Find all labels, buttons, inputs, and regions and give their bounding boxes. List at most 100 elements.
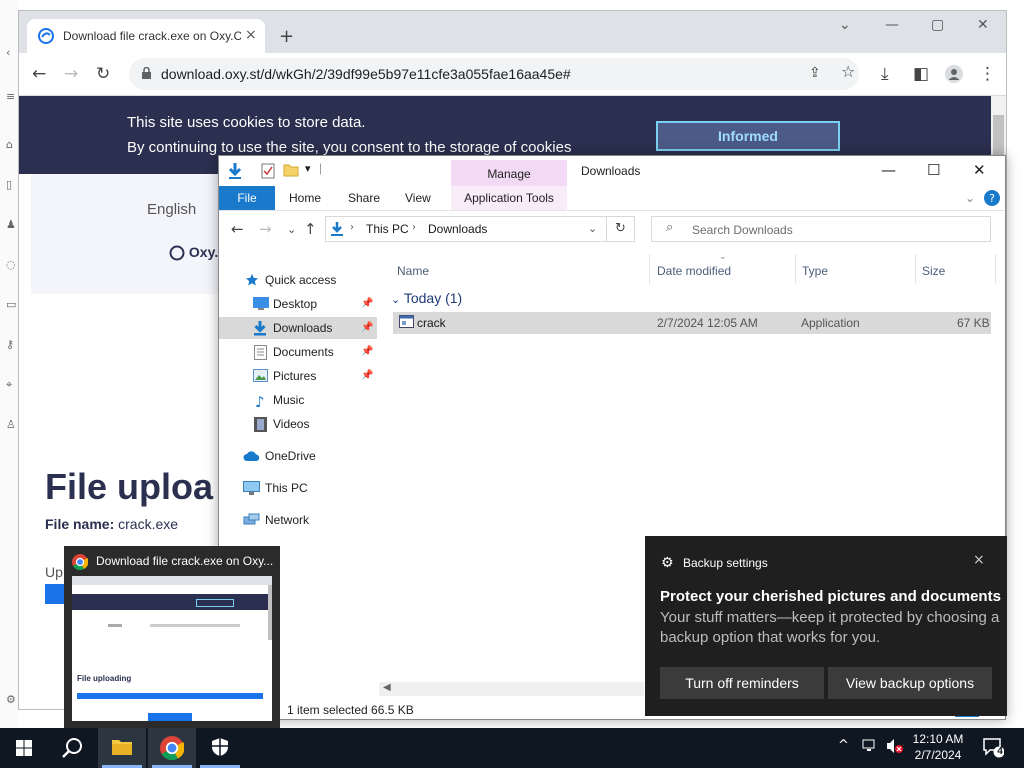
view-backup-options-button[interactable]: View backup options (828, 667, 992, 699)
nav-desktop[interactable]: Desktop 📌 (219, 293, 377, 315)
ribbon-view-tab[interactable]: View (405, 186, 431, 210)
explorer-back-button[interactable]: ← (231, 220, 244, 238)
close-window-button[interactable]: ✕ (977, 17, 989, 33)
scroll-left-icon[interactable]: ◀ (383, 682, 391, 693)
group-header-today[interactable]: ⌄ Today (1) (391, 290, 462, 306)
column-separator (795, 254, 796, 284)
backup-notification: ⚙ Backup settings × Protect your cherish… (645, 536, 1007, 716)
recent-locations-icon[interactable]: ⌄ (287, 221, 296, 239)
turn-off-reminders-button[interactable]: Turn off reminders (660, 667, 824, 699)
tab-search-icon[interactable]: ⌄ (839, 17, 851, 33)
chrome-taskbar-preview[interactable]: Download file crack.exe on Oxy... File u… (64, 546, 280, 728)
column-size-header[interactable]: Size (922, 264, 945, 278)
cookie-text-2: By continuing to use the site, you conse… (127, 139, 572, 156)
nav-label: Quick access (265, 273, 337, 287)
search-icon[interactable] (48, 728, 96, 768)
horizontal-scrollbar[interactable]: ◀ (379, 682, 644, 696)
start-button[interactable] (0, 728, 48, 768)
ribbon-file-tab[interactable]: File (219, 186, 275, 210)
nav-network[interactable]: Network (219, 509, 377, 531)
sort-arrow-icon: ⌄ (719, 252, 727, 262)
star-icon (245, 273, 259, 287)
clock-time[interactable]: 12:10 AM (900, 732, 976, 746)
application-tools-tab[interactable]: Application Tools (451, 186, 567, 210)
manage-tab[interactable]: Manage (451, 160, 567, 186)
security-shield-icon[interactable] (196, 728, 244, 768)
pin-icon[interactable]: 📌 (361, 317, 373, 339)
page-heading: File uploa (45, 466, 214, 507)
properties-icon[interactable] (261, 163, 275, 179)
informed-button[interactable]: Informed (656, 121, 840, 151)
file-explorer-taskbar-button[interactable] (98, 728, 146, 768)
reload-button[interactable]: ↻ (96, 65, 110, 83)
nav-this-pc[interactable]: This PC (219, 477, 377, 499)
new-tab-button[interactable]: + (279, 26, 294, 47)
cookie-text-1: This site uses cookies to store data. (127, 114, 366, 131)
downloads-icon[interactable]: ⤓ (881, 65, 889, 83)
ribbon-home-tab[interactable]: Home (289, 186, 321, 210)
share-icon[interactable]: ⇪ (809, 64, 821, 82)
ribbon-expand-icon[interactable]: ⌄ (965, 186, 975, 210)
nav-documents[interactable]: Documents 📌 (219, 341, 377, 363)
column-date-header[interactable]: Date modified (657, 264, 731, 278)
search-downloads-input[interactable]: ⌕ Search Downloads (651, 216, 991, 242)
maximize-button[interactable]: ▢ (931, 17, 944, 33)
qat-dropdown-icon[interactable]: ▾ (305, 162, 311, 175)
tab-strip: Download file crack.exe on Oxy.C × + ⌄ —… (19, 11, 1006, 53)
new-folder-icon[interactable] (283, 163, 299, 177)
nav-videos[interactable]: Videos (219, 413, 377, 435)
explorer-maximize-button[interactable]: ☐ (927, 161, 940, 179)
explorer-minimize-button[interactable]: — (881, 161, 896, 179)
address-bar[interactable]: download.oxy.st/d/wkGh/2/39df99e5b97e11c… (129, 58, 859, 90)
side-panel-icon[interactable]: ◧ (913, 65, 929, 83)
ribbon-share-tab[interactable]: Share (348, 186, 380, 210)
show-hidden-icons-chevron-icon[interactable]: ^ (838, 738, 849, 753)
chrome-taskbar-button[interactable] (148, 728, 196, 768)
column-type-header[interactable]: Type (802, 264, 828, 278)
explorer-close-button[interactable]: ✕ (973, 161, 986, 179)
refresh-button[interactable]: ↻ (607, 216, 635, 242)
browser-tab[interactable]: Download file crack.exe on Oxy.C × (27, 19, 265, 53)
nav-music[interactable]: ♪ Music (219, 389, 377, 411)
network-status-icon[interactable] (862, 739, 878, 753)
forward-button[interactable]: → (64, 65, 78, 83)
header-panel (31, 174, 231, 294)
file-row-crack[interactable]: crack 2/7/2024 12:05 AM Application 67 K… (393, 312, 991, 334)
ribbon-tabs: File Home Share View Application Tools ⌄… (219, 186, 1005, 211)
nav-quick-access[interactable]: Quick access (219, 269, 377, 291)
language-selector[interactable]: English (147, 201, 196, 218)
notification-body: Your stuff matters—keep it protected by … (660, 609, 1000, 646)
up-button[interactable]: ↑ (304, 220, 317, 238)
quick-access-download-icon[interactable] (227, 162, 243, 180)
help-icon[interactable]: ? (984, 190, 1000, 206)
pin-icon[interactable]: 📌 (361, 365, 373, 387)
address-dropdown-icon[interactable]: ⌄ (588, 222, 597, 235)
explorer-forward-button[interactable]: → (259, 220, 272, 238)
page-scroll-thumb[interactable] (993, 115, 1004, 157)
back-button[interactable]: ← (32, 65, 46, 83)
videos-icon (254, 417, 267, 432)
breadcrumb-this-pc[interactable]: This PC (366, 222, 409, 236)
menu-kebab-icon[interactable]: ⋮ (979, 65, 996, 83)
minimize-button[interactable]: — (885, 17, 899, 33)
column-name-header[interactable]: Name (397, 264, 429, 278)
pin-icon[interactable]: 📌 (361, 293, 373, 315)
tab-close-icon[interactable]: × (245, 27, 257, 43)
breadcrumb-downloads[interactable]: Downloads (428, 222, 487, 236)
explorer-address-bar[interactable]: › This PC › Downloads ⌄ (325, 216, 607, 242)
clock-date[interactable]: 2/7/2024 (900, 748, 976, 762)
collapse-chevron-icon[interactable]: ⌄ (391, 293, 400, 306)
nav-label: Desktop (273, 297, 318, 311)
bookmark-star-icon[interactable]: ☆ (841, 63, 855, 81)
uploading-label: Up (45, 564, 63, 580)
computer-icon (243, 481, 260, 495)
breadcrumb-chevron-icon[interactable]: › (350, 222, 354, 233)
breadcrumb-chevron-icon[interactable]: › (412, 222, 416, 233)
profile-avatar-icon[interactable] (945, 65, 963, 83)
nav-pictures[interactable]: Pictures 📌 (219, 365, 377, 387)
nav-downloads[interactable]: Downloads 📌 (219, 317, 377, 339)
notification-center-icon[interactable]: 4 (982, 736, 1004, 758)
notification-close-icon[interactable]: × (973, 552, 985, 568)
pin-icon[interactable]: 📌 (361, 341, 373, 363)
nav-onedrive[interactable]: OneDrive (219, 445, 377, 467)
